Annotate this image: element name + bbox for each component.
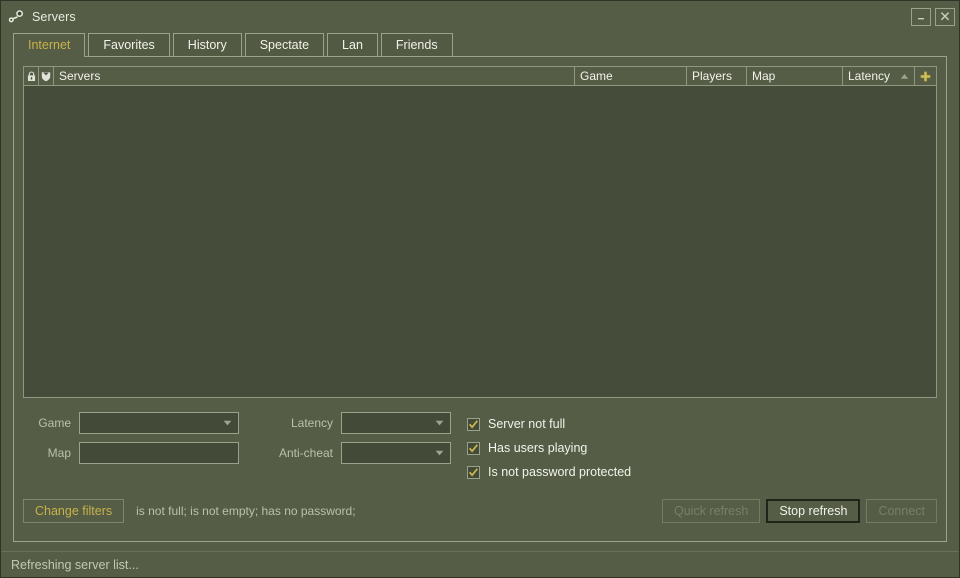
minimize-button[interactable] — [911, 7, 931, 26]
checkbox-label: Is not password protected — [488, 465, 632, 479]
filter-checkbox-group: Server not full Has users playing Is not… — [467, 408, 631, 484]
plus-icon — [920, 71, 931, 81]
tab-strip: Internet Favorites History Spectate Lan … — [1, 32, 959, 57]
filter-map-input-wrapper[interactable] — [79, 442, 239, 464]
filter-label-map: Map — [47, 446, 71, 460]
checkbox-box — [467, 465, 480, 479]
filter-label-anticheat: Anti-cheat — [278, 446, 333, 460]
steam-logo-icon — [8, 9, 23, 22]
close-button[interactable] — [935, 7, 955, 26]
filter-label-game: Game — [38, 416, 71, 430]
checkbox-has-users-playing[interactable]: Has users playing — [467, 436, 631, 460]
action-buttons: Quick refresh Stop refresh Connect — [662, 499, 937, 523]
server-list-header: Servers Game Players Map Latency — [24, 67, 936, 86]
action-row: Change filters is not full; is not empty… — [14, 498, 946, 524]
filter-summary-text: is not full; is not empty; has no passwo… — [136, 504, 356, 518]
column-header-secure[interactable] — [39, 67, 54, 85]
check-icon — [468, 467, 478, 477]
filter-label-latency: Latency — [290, 416, 333, 430]
filter-row-latency: Latency — [257, 408, 451, 438]
column-header-lock[interactable] — [24, 67, 39, 85]
filter-row-game: Game — [23, 408, 239, 438]
tab-internet[interactable]: Internet — [13, 33, 86, 57]
quick-refresh-button[interactable]: Quick refresh — [662, 499, 761, 523]
checkbox-server-not-full[interactable]: Server not full — [467, 412, 631, 436]
tab-spectate[interactable]: Spectate — [244, 33, 325, 56]
status-bar: Refreshing server list... — [1, 551, 959, 577]
column-header-players[interactable]: Players — [687, 67, 747, 85]
column-header-latency-label: Latency — [848, 69, 891, 83]
tab-friends[interactable]: Friends — [380, 33, 453, 56]
checkbox-box — [467, 417, 480, 431]
column-header-map[interactable]: Map — [747, 67, 843, 85]
connect-button[interactable]: Connect — [866, 499, 937, 523]
title-bar: Servers — [1, 1, 959, 32]
filter-column-primary: Game Map — [23, 408, 239, 468]
column-header-game[interactable]: Game — [575, 67, 687, 85]
lock-icon — [27, 70, 35, 81]
filter-map-input[interactable] — [85, 446, 232, 460]
column-header-servers[interactable]: Servers — [54, 67, 575, 85]
filter-row-map: Map — [23, 438, 239, 468]
chevron-down-icon — [435, 450, 444, 456]
checkbox-box — [467, 441, 480, 455]
status-text: Refreshing server list... — [11, 557, 139, 572]
window-title: Servers — [32, 9, 76, 24]
check-icon — [468, 419, 478, 429]
filter-game-dropdown[interactable] — [79, 412, 239, 434]
close-icon — [940, 11, 950, 20]
filter-column-secondary: Latency Anti-cheat — [257, 408, 451, 468]
server-list-body[interactable] — [24, 86, 936, 397]
filter-anticheat-dropdown[interactable] — [341, 442, 451, 464]
check-icon — [468, 443, 478, 453]
tab-content-panel: Servers Game Players Map Latency Game Ma… — [13, 56, 947, 542]
tab-history[interactable]: History — [172, 33, 242, 56]
stop-refresh-button[interactable]: Stop refresh — [766, 499, 861, 523]
tab-lan[interactable]: Lan — [327, 33, 378, 56]
change-filters-button[interactable]: Change filters — [23, 499, 125, 523]
filter-latency-dropdown[interactable] — [341, 412, 451, 434]
filter-panel: Game Map Latency Anti-cheat Server not f… — [14, 398, 946, 484]
chevron-down-icon — [435, 420, 444, 426]
checkbox-label: Has users playing — [488, 441, 588, 455]
sort-ascending-icon — [900, 73, 909, 79]
tab-favorites[interactable]: Favorites — [88, 33, 170, 56]
servers-window: Servers Internet Favorites History Spect… — [0, 0, 960, 578]
column-header-latency[interactable]: Latency — [843, 67, 915, 85]
checkbox-is-not-password-protected[interactable]: Is not password protected — [467, 460, 631, 484]
server-list: Servers Game Players Map Latency — [23, 66, 937, 398]
chevron-down-icon — [223, 420, 232, 426]
filter-row-anticheat: Anti-cheat — [257, 438, 451, 468]
checkbox-label: Server not full — [488, 417, 566, 431]
shield-icon — [41, 71, 51, 81]
add-column-button[interactable] — [915, 67, 936, 85]
minimize-icon — [918, 17, 924, 19]
